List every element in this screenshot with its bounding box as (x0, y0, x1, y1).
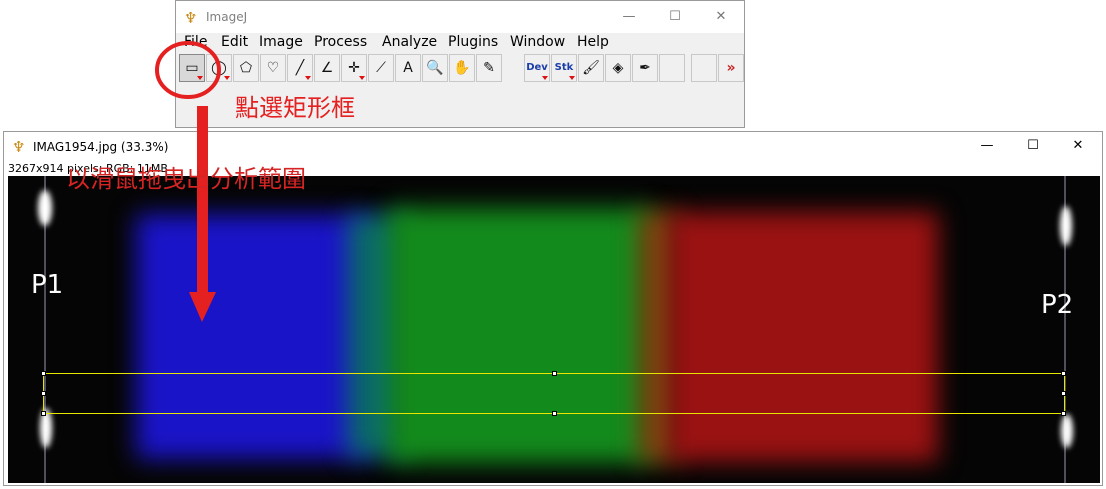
hand-icon: ✋ (453, 60, 471, 76)
polygon-icon: ⬠ (239, 60, 253, 76)
magnifier-icon: 🔍 (426, 60, 444, 76)
eyedropper-icon: ✎ (483, 60, 495, 76)
window-title: ImageJ (206, 10, 248, 24)
image-close-button[interactable]: ✕ (1055, 130, 1101, 162)
roi-handle-top-middle[interactable] (552, 371, 557, 376)
polygon-tool[interactable]: ⬠ (233, 54, 259, 82)
line-icon: ╱ (295, 60, 305, 76)
toolbar: ▭ ◯ ⬠ ♡ ╱ ∠ ✛ ⟋ A 🔍 ✋ ✎ Dev Stk 🖌 ◈ ✒ » (176, 54, 744, 84)
image-title: IMAG1954.jpg (33.3%) (33, 140, 169, 154)
p1-top-spot (38, 190, 52, 226)
roi-handle-bottom-right[interactable] (1061, 411, 1066, 416)
point-icon: ✛ (348, 60, 360, 76)
rectangle-icon: ▭ (185, 60, 199, 76)
dev-tool[interactable]: Dev (524, 54, 550, 82)
wand-icon: ⟋ (376, 60, 386, 76)
dev-label: Dev (526, 62, 548, 73)
wand-tool[interactable]: ⟋ (368, 54, 394, 82)
select-rectangle-annotation: 點選矩形框 (235, 94, 355, 122)
rectangle-tool[interactable]: ▭ (179, 54, 205, 82)
brush-icon: 🖌 (582, 60, 600, 76)
p2-bottom-spot (1061, 414, 1073, 448)
minimize-button[interactable]: — (606, 1, 652, 33)
microscope-icon: ♆ (184, 9, 198, 27)
menu-bar: File Edit Image Process Analyze Plugins … (176, 33, 744, 53)
menu-process[interactable]: Process (314, 34, 367, 50)
image-maximize-button[interactable]: ☐ (1010, 130, 1056, 162)
bucket-icon: ◈ (612, 60, 624, 76)
freehand-icon: ♡ (266, 60, 280, 76)
green-band (388, 208, 653, 463)
image-titlebar: ♆ IMAG1954.jpg (33.3%) — ☐ ✕ (4, 132, 1102, 162)
double-chevron-icon: » (726, 60, 736, 76)
spectrum-image[interactable]: P1 P2 (8, 176, 1100, 483)
menu-image[interactable]: Image (259, 34, 303, 50)
menu-window[interactable]: Window (510, 34, 565, 50)
maximize-button[interactable]: ☐ (652, 1, 698, 33)
brush-tool[interactable]: 🖌 (578, 54, 604, 82)
red-band (668, 212, 938, 462)
oval-tool[interactable]: ◯ (206, 54, 232, 82)
roi-handle-middle-right[interactable] (1061, 391, 1066, 396)
point-tool[interactable]: ✛ (341, 54, 367, 82)
empty-tool-1[interactable] (659, 54, 685, 82)
roi-handle-top-right[interactable] (1061, 371, 1066, 376)
p1-label: P1 (31, 270, 64, 300)
pencil-icon: ✒ (639, 60, 651, 76)
drag-range-annotation: 以滑鼠拖曳出分析範圍 (66, 165, 306, 193)
pencil-tool[interactable]: ✒ (632, 54, 658, 82)
roi-selection[interactable] (41, 371, 1066, 416)
angle-icon: ∠ (320, 60, 334, 76)
more-tools-button[interactable]: » (718, 54, 744, 82)
angle-tool[interactable]: ∠ (314, 54, 340, 82)
menu-analyze[interactable]: Analyze (382, 34, 437, 50)
freehand-tool[interactable]: ♡ (260, 54, 286, 82)
microscope-icon: ♆ (12, 138, 26, 156)
imagej-titlebar: ♆ ImageJ — ☐ ✕ (176, 1, 744, 33)
line-tool[interactable]: ╱ (287, 54, 313, 82)
flood-fill-tool[interactable]: ◈ (605, 54, 631, 82)
p2-label: P2 (1041, 290, 1074, 320)
image-minimize-button[interactable]: — (964, 130, 1010, 162)
stk-label: Stk (554, 62, 574, 73)
p2-top-spot (1060, 206, 1072, 246)
menu-help[interactable]: Help (577, 34, 609, 50)
menu-edit[interactable]: Edit (221, 34, 248, 50)
empty-tool-2[interactable] (691, 54, 717, 82)
text-tool[interactable]: A (395, 54, 421, 82)
stk-tool[interactable]: Stk (551, 54, 577, 82)
menu-file[interactable]: File (184, 34, 207, 50)
menu-plugins[interactable]: Plugins (448, 34, 498, 50)
blue-band (136, 214, 376, 459)
close-button[interactable]: ✕ (698, 1, 744, 33)
roi-handle-middle-left[interactable] (41, 391, 46, 396)
roi-handle-top-left[interactable] (41, 371, 46, 376)
roi-handle-bottom-left[interactable] (41, 411, 46, 416)
color-picker-tool[interactable]: ✎ (476, 54, 502, 82)
scroll-tool[interactable]: ✋ (449, 54, 475, 82)
magnifier-tool[interactable]: 🔍 (422, 54, 448, 82)
oval-icon: ◯ (211, 60, 227, 76)
roi-handle-bottom-middle[interactable] (552, 411, 557, 416)
text-icon: A (403, 60, 413, 76)
